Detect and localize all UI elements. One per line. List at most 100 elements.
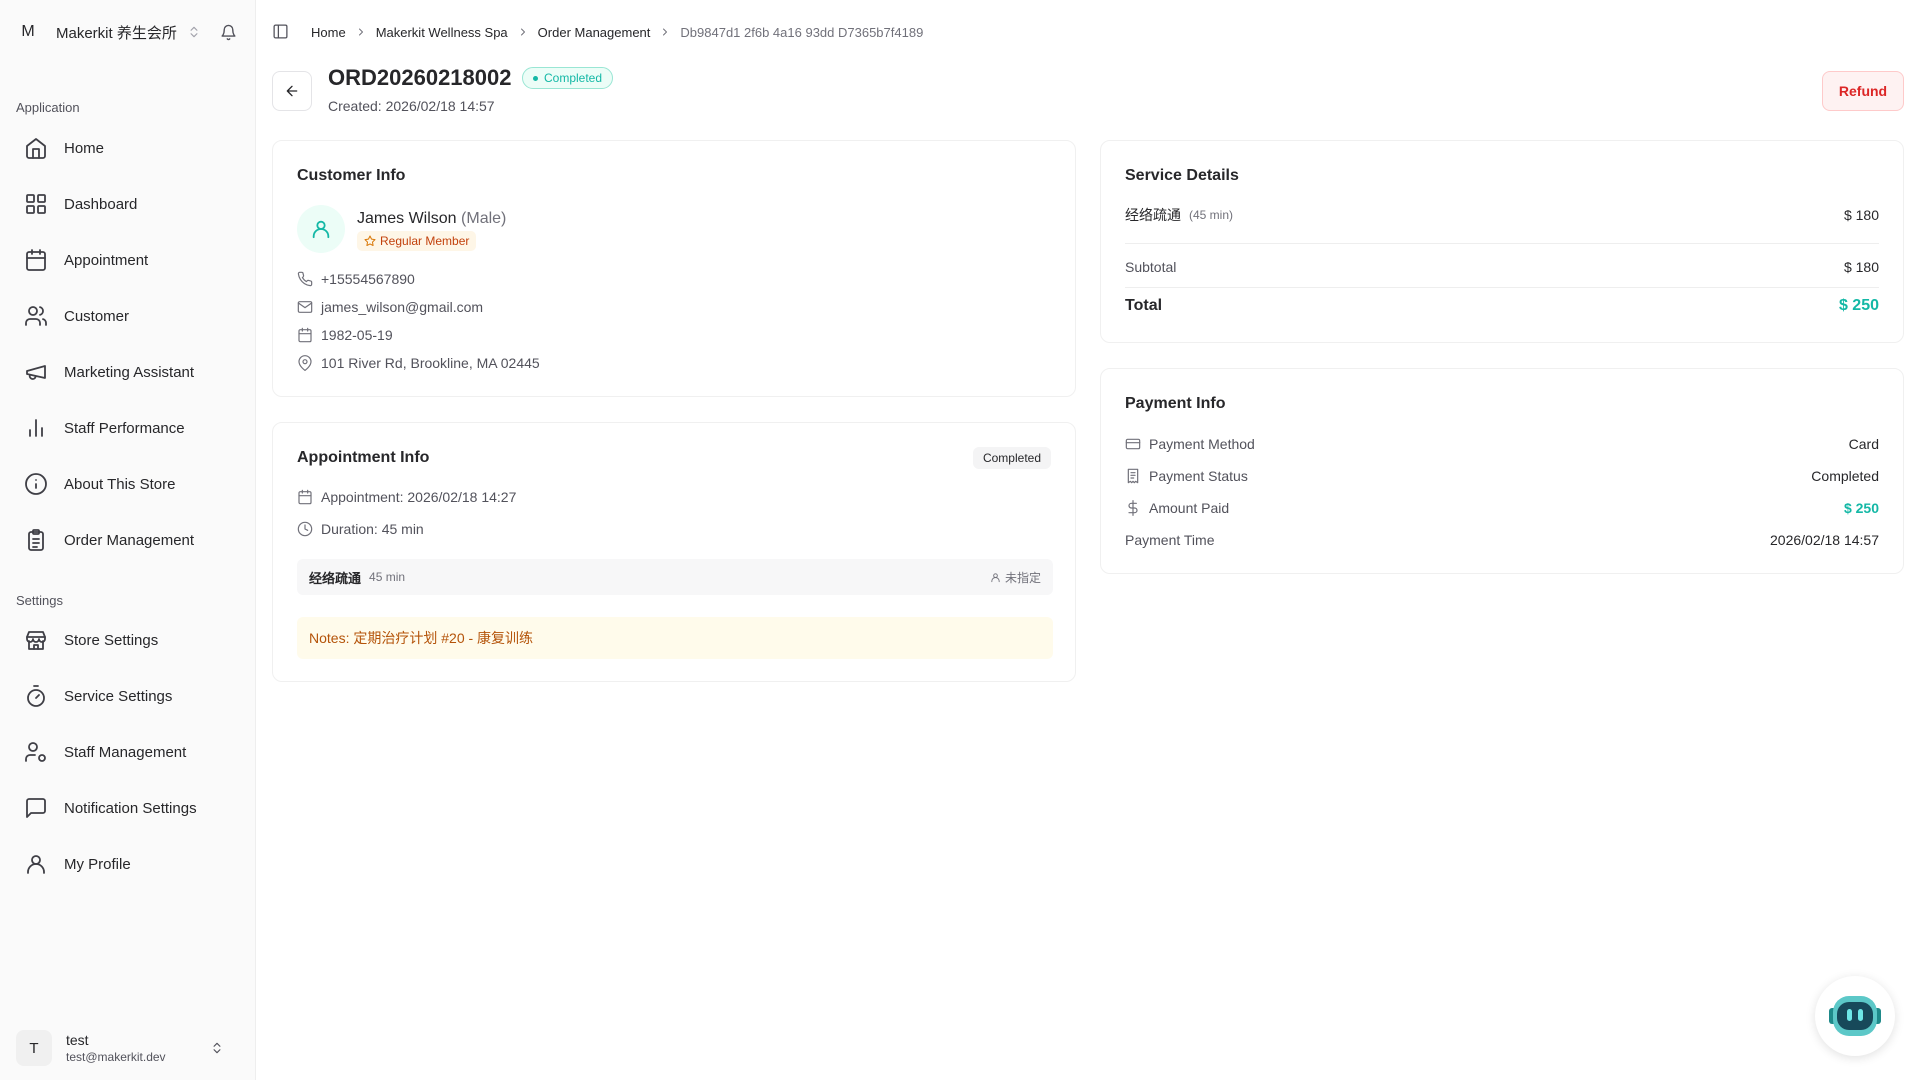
sidebar-item-label: Notification Settings [64,799,197,817]
service-name: 经络疏通 [309,570,362,586]
total-row: Total $ 250 [1125,297,1879,315]
sidebar-item-store-settings[interactable]: Store Settings [16,612,240,668]
appointment-notes: Notes: 定期治疗计划 #20 - 康复训练 [297,617,1053,659]
appointment-time-row: Appointment: 2026/02/18 14:27 [297,489,516,505]
member-badge: Regular Member [357,231,477,251]
sidebar-item-label: Service Settings [64,687,173,705]
sidebar-item-notification-settings[interactable]: Notification Settings [16,780,240,836]
message-icon [24,796,48,820]
total-label: Total [1125,297,1163,314]
user-icon [990,572,1001,583]
timer-icon [24,684,48,708]
calendar-icon [297,489,313,505]
subtotal-row: Subtotal $ 180 [1125,259,1879,275]
amount-paid-label: Amount Paid [1149,500,1230,516]
service-duration: 45 min [369,570,406,584]
service-staff: 未指定 [990,569,1041,586]
clock-icon [297,521,313,537]
bell-icon[interactable] [220,24,237,41]
payment-time-row: Payment Time 2026/02/18 14:57 [1125,532,1879,548]
sidebar-item-about-this-store[interactable]: About This Store [16,456,240,512]
megaphone-icon [24,360,48,384]
subtotal-label: Subtotal [1125,259,1177,275]
user-icon [24,852,48,876]
service-item-price: $ 180 [1843,207,1879,223]
status-badge: Completed [972,447,1051,469]
sidebar-item-label: Customer [64,307,130,325]
payment-time-label: Payment Time [1125,532,1215,548]
status-badge: Completed [522,67,614,89]
sidebar-item-label: Dashboard [64,195,138,213]
payment-status-row: Payment Status Completed [1125,468,1879,484]
breadcrumb: Home Makerkit Wellness Spa Order Managem… [311,23,923,41]
customer-info-card: Customer Info James Wilson (Male) Regula… [272,140,1076,397]
user-email: test@makerkit.dev [66,1050,166,1064]
created-time: Created: 2026/02/18 14:57 [328,98,495,114]
clipboard-icon [24,528,48,552]
payment-time-value: 2026/02/18 14:57 [1770,532,1879,548]
user-icon [310,218,332,240]
sidebar-item-appointment[interactable]: Appointment [16,232,240,288]
sidebar-item-marketing-assistant[interactable]: Marketing Assistant [16,344,240,400]
customer-address: 101 River Rd, Brookline, MA 02445 [321,355,540,371]
card-title: Service Details [1125,167,1239,184]
user-text: test test@makerkit.dev [66,1032,166,1064]
application-group-label: Application [16,100,80,115]
appointment-duration: Duration: 45 min [321,521,424,537]
user-menu[interactable]: T test test@makerkit.dev [16,1026,240,1070]
breadcrumb-home[interactable]: Home [311,25,346,40]
breadcrumb-order-management[interactable]: Order Management [538,25,651,40]
sidebar-item-customer[interactable]: Customer [16,288,240,344]
sidebar: M Makerkit 养生会所 Application Home Dashboa… [0,0,256,1080]
page-title: ORD20260218002 [328,65,512,90]
status-dot [533,75,538,81]
sidebar-item-label: Home [64,139,105,157]
sidebar-item-my-profile[interactable]: My Profile [16,836,240,892]
calendar-icon [24,248,48,272]
ai-assistant-button[interactable] [1815,976,1895,1056]
service-item-name: 经络疏通 [1125,207,1181,223]
customer-address-row: 101 River Rd, Brookline, MA 02445 [297,355,540,371]
appointment-info-card: Appointment Info Completed Appointment: … [272,422,1076,682]
chevrons-up-down-icon [210,1041,224,1055]
status-text: Completed [544,71,603,85]
settings-nav: Store Settings Service Settings Staff Ma… [16,612,240,892]
settings-group-label: Settings [16,593,63,608]
workspace-switcher[interactable]: M Makerkit 养生会所 [12,12,244,52]
sidebar-item-dashboard[interactable]: Dashboard [16,176,240,232]
payment-method-row: Payment Method Card [1125,436,1879,452]
refund-button[interactable]: Refund [1822,71,1904,111]
customer-phone-row: +15554567890 [297,271,415,287]
dollar-icon [1125,500,1141,516]
arrow-left-icon [284,83,300,99]
sidebar-item-label: Order Management [64,531,195,549]
card-title: Payment Info [1125,395,1226,412]
member-level: Regular Member [380,234,470,248]
map-pin-icon [297,355,313,371]
sidebar-item-order-management[interactable]: Order Management [16,512,240,568]
sidebar-toggle-icon[interactable] [272,23,289,40]
info-icon [24,472,48,496]
divider [1125,243,1879,244]
sidebar-item-home[interactable]: Home [16,120,240,176]
mail-icon [297,299,313,315]
amount-paid-value: $ 250 [1843,500,1879,516]
sidebar-item-service-settings[interactable]: Service Settings [16,668,240,724]
customer-birthday: 1982-05-19 [321,327,393,343]
users-icon [24,304,48,328]
back-button[interactable] [272,71,312,111]
payment-status-value: Completed [1811,468,1879,484]
sidebar-item-label: Staff Management [64,743,187,761]
sidebar-item-staff-management[interactable]: Staff Management [16,724,240,780]
appointment-duration-row: Duration: 45 min [297,521,424,537]
workspace-avatar: M [21,23,35,40]
sidebar-item-staff-performance[interactable]: Staff Performance [16,400,240,456]
sidebar-item-label: About This Store [64,475,176,493]
chevron-right-icon [355,26,367,38]
sidebar-item-label: My Profile [64,855,131,873]
breadcrumb-store[interactable]: Makerkit Wellness Spa [376,25,508,40]
sidebar-item-label: Appointment [64,251,149,269]
service-details-card: Service Details 经络疏通 (45 min) $ 180 Subt… [1100,140,1904,343]
application-nav: Home Dashboard Appointment Customer Mark… [16,120,240,568]
robot-icon [1823,984,1887,1048]
